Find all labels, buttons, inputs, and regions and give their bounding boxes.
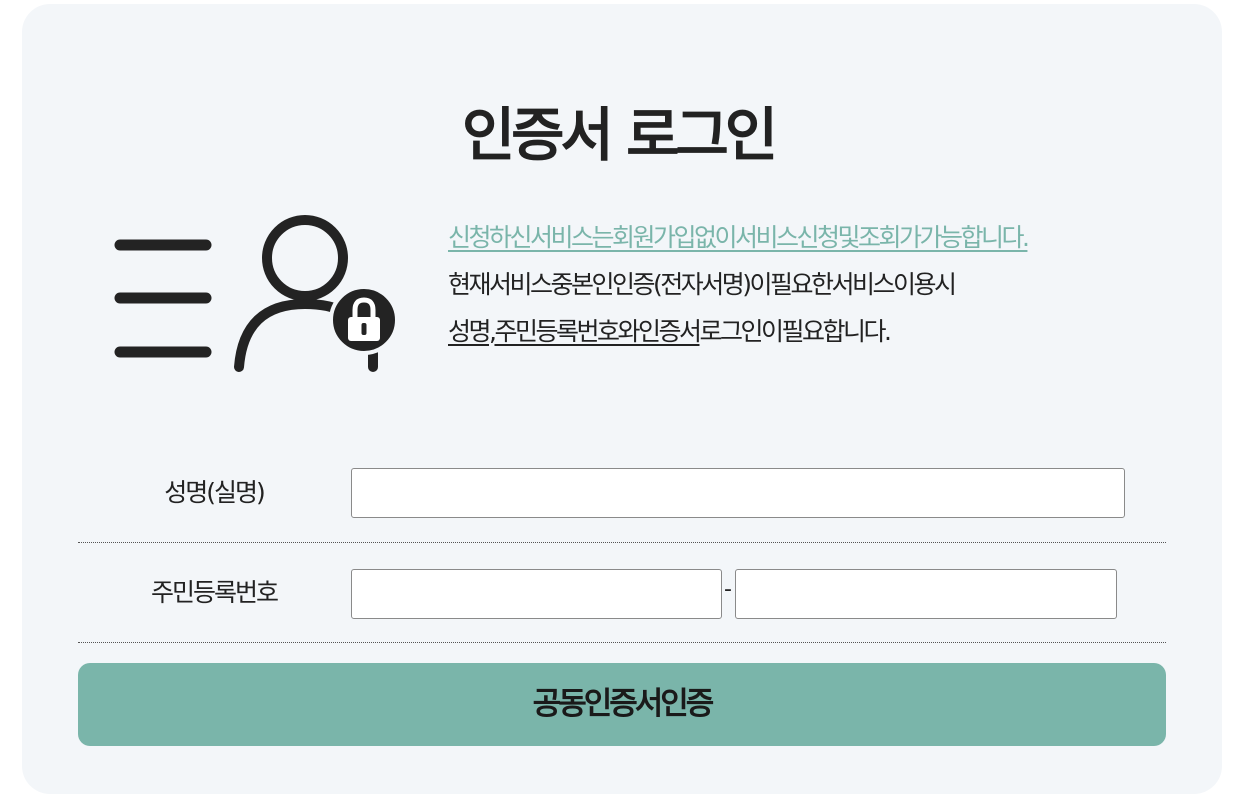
service-description: 신청하신서비스는회원가입없이서비스신청및조회가가능합니다. 현재서비스중본인인증… (448, 214, 1168, 355)
name-label: 성명(실명) (164, 478, 266, 507)
name-row: 성명(실명) (78, 467, 1166, 543)
service-notice-link[interactable]: 신청하신서비스는회원가입없이서비스신청및조회가가능합니다. (448, 214, 1168, 261)
rrn-label: 주민등록번호 (150, 578, 279, 607)
rrn-front-input[interactable] (351, 569, 722, 619)
rrn-back-input[interactable] (735, 569, 1117, 619)
user-lock-icon (114, 215, 399, 372)
description-line-3: 성명,주민등록번호와인증서로그인이필요합니다. (448, 308, 1168, 355)
rrn-row: 주민등록번호 - (78, 567, 1166, 643)
page-title: 인증서 로그인 (461, 101, 778, 169)
menu-lines-icon (114, 239, 212, 358)
rrn-separator: - (724, 577, 732, 602)
description-line-2: 현재서비스중본인인증(전자서명)이필요한서비스이용시 (448, 270, 957, 299)
certificate-auth-button[interactable]: 공동인증서인증 (78, 663, 1166, 746)
lock-icon (329, 285, 399, 355)
description-rrn-cert-text: 주민등록번호와인증서 (494, 317, 702, 346)
name-input[interactable] (351, 468, 1125, 518)
description-name-text: 성명 (448, 317, 492, 346)
description-rest-text: 로그인이필요합니다. (699, 317, 891, 346)
